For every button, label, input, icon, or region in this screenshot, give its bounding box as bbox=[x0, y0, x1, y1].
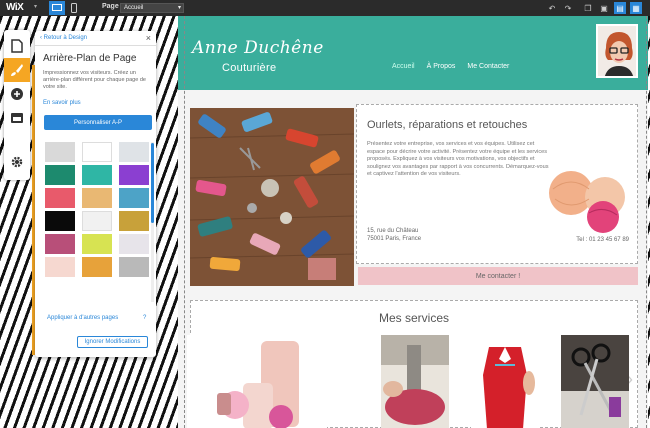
page-select[interactable]: Accueil ▾ bbox=[120, 3, 184, 13]
background-swatch[interactable] bbox=[119, 211, 149, 231]
background-swatch[interactable] bbox=[119, 188, 149, 208]
brand-subtitle[interactable]: Couturière bbox=[222, 62, 276, 74]
wix-logo[interactable]: WiX bbox=[6, 2, 24, 13]
background-swatch[interactable] bbox=[82, 211, 112, 231]
chevron-down-icon[interactable]: ▾ bbox=[34, 3, 37, 10]
contact-button[interactable]: Me contacter ! bbox=[358, 267, 638, 285]
design-tool-button[interactable] bbox=[4, 58, 30, 82]
help-icon[interactable]: ? bbox=[143, 315, 146, 321]
page-select-value: Accueil bbox=[124, 5, 144, 11]
background-swatch[interactable] bbox=[119, 165, 149, 185]
undo-icon[interactable]: ↶ bbox=[546, 2, 558, 14]
background-swatch[interactable] bbox=[119, 234, 149, 254]
address[interactable]: 15, rue du Château 75001 Paris, France bbox=[367, 227, 421, 243]
editor-toolbar bbox=[4, 30, 30, 180]
layout-icon[interactable]: ▤ bbox=[614, 2, 626, 14]
redo-icon[interactable]: ↷ bbox=[562, 2, 574, 14]
desktop-view-button[interactable] bbox=[49, 1, 65, 15]
app-market-icon bbox=[11, 113, 23, 123]
chevron-down-icon: ▾ bbox=[177, 5, 181, 11]
apps-tool-button[interactable] bbox=[4, 106, 30, 130]
service-image-scissors[interactable] bbox=[561, 335, 629, 428]
gear-icon bbox=[11, 156, 23, 168]
services-section[interactable]: Mes services ‹ › bbox=[187, 300, 638, 428]
website-preview: Anne Duchêne Couturière Accueil À Propos… bbox=[178, 16, 648, 428]
site-header[interactable]: Anne Duchêne Couturière Accueil À Propos… bbox=[178, 16, 648, 90]
background-swatch[interactable] bbox=[119, 257, 149, 277]
close-icon[interactable]: × bbox=[146, 33, 151, 43]
customize-background-button[interactable]: Personnaliser A-P bbox=[44, 115, 152, 130]
back-to-design-link[interactable]: ‹ Retour à Design bbox=[40, 35, 87, 41]
portrait-photo[interactable] bbox=[596, 24, 638, 78]
settings-icon[interactable]: ▦ bbox=[630, 2, 642, 14]
plus-circle-icon bbox=[11, 88, 23, 100]
swatch-scrollbar-thumb[interactable] bbox=[151, 143, 154, 223]
address-line-1: 15, rue du Château bbox=[367, 228, 419, 234]
desktop-icon bbox=[52, 4, 62, 11]
nav-item-accueil[interactable]: Accueil bbox=[392, 63, 415, 70]
pages-tool-button[interactable] bbox=[4, 34, 30, 58]
panel-divider bbox=[35, 45, 156, 46]
intro-box[interactable]: Ourlets, réparations et retouches Présen… bbox=[356, 104, 638, 264]
learn-more-link[interactable]: En savoir plus bbox=[43, 100, 81, 106]
background-swatch-grid bbox=[45, 142, 149, 304]
mobile-icon bbox=[71, 3, 77, 13]
copy-icon[interactable]: ❐ bbox=[582, 2, 594, 14]
background-swatch[interactable] bbox=[45, 257, 75, 277]
editor-canvas: Anne Duchêne Couturière Accueil À Propos… bbox=[0, 16, 650, 428]
panel-title: Arrière-Plan de Page bbox=[43, 53, 137, 64]
background-swatch[interactable] bbox=[82, 188, 112, 208]
site-nav: Accueil À Propos Me Contacter bbox=[392, 63, 509, 70]
background-swatch[interactable] bbox=[119, 142, 149, 162]
service-image-threads[interactable] bbox=[187, 335, 327, 428]
background-swatch[interactable] bbox=[45, 234, 75, 254]
brush-icon bbox=[11, 64, 23, 76]
services-title[interactable]: Mes services bbox=[191, 311, 637, 325]
background-swatch[interactable] bbox=[45, 165, 75, 185]
page-boundary-right bbox=[646, 16, 647, 428]
yarn-balls-image[interactable] bbox=[543, 165, 633, 237]
background-swatch[interactable] bbox=[45, 188, 75, 208]
apply-to-other-pages-link[interactable]: Appliquer à d'autres pages bbox=[47, 315, 118, 321]
background-swatch[interactable] bbox=[82, 165, 112, 185]
nav-item-a-propos[interactable]: À Propos bbox=[427, 63, 456, 70]
settings-tool-button[interactable] bbox=[4, 150, 30, 174]
preview-icon[interactable]: ▣ bbox=[598, 2, 610, 14]
brand-name[interactable]: Anne Duchêne bbox=[192, 38, 324, 58]
address-line-2: 75001 Paris, France bbox=[367, 236, 422, 242]
background-swatch[interactable] bbox=[45, 211, 75, 231]
phone-number[interactable]: Tel : 01 23 45 67 89 bbox=[576, 237, 629, 243]
service-image-tailoring[interactable] bbox=[471, 335, 539, 428]
mobile-view-button[interactable] bbox=[66, 1, 82, 15]
background-swatch[interactable] bbox=[82, 257, 112, 277]
intro-text[interactable]: Présentez votre entreprise, vos services… bbox=[367, 141, 549, 179]
page-icon bbox=[11, 39, 23, 53]
background-swatch[interactable] bbox=[82, 234, 112, 254]
editor-top-bar: WiX ▾ Page : Accueil ▾ ↶ ↷ ❐ ▣ ▤ ▦ bbox=[0, 0, 650, 16]
service-image-sewing-machine[interactable] bbox=[381, 335, 449, 428]
background-swatch[interactable] bbox=[45, 142, 75, 162]
ignore-changes-button[interactable]: Ignorer Modifications bbox=[77, 336, 148, 348]
intro-title[interactable]: Ourlets, réparations et retouches bbox=[367, 119, 527, 131]
page-background-panel: ‹ Retour à Design × Arrière-Plan de Page… bbox=[35, 31, 156, 357]
page-boundary-left bbox=[184, 16, 185, 428]
add-tool-button[interactable] bbox=[4, 82, 30, 106]
background-swatch[interactable] bbox=[82, 142, 112, 162]
nav-item-contacter[interactable]: Me Contacter bbox=[467, 63, 509, 70]
panel-description: Impressionnez vos visiteurs. Créez un ar… bbox=[43, 70, 146, 90]
hero-image[interactable] bbox=[190, 108, 354, 286]
